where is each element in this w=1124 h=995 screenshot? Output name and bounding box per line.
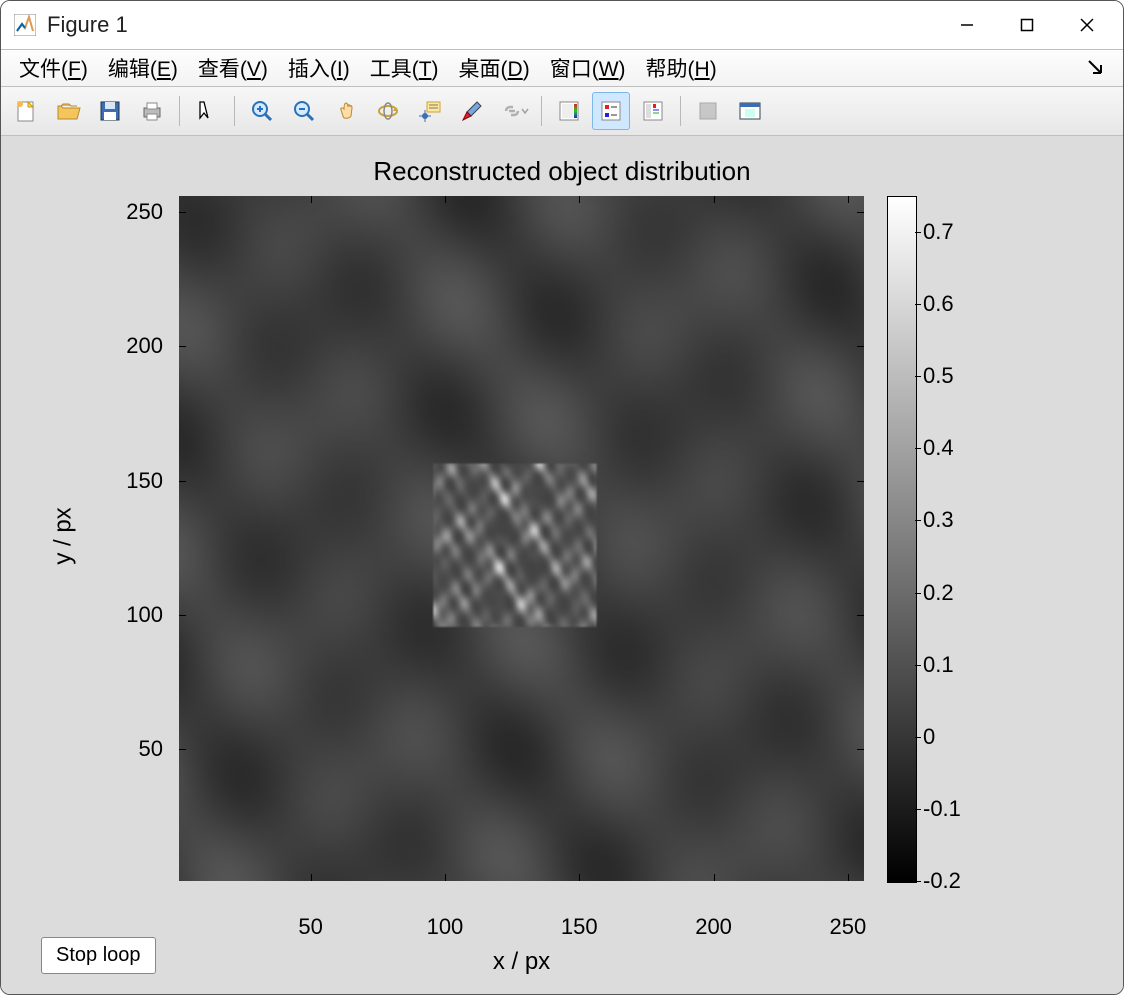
insert-colorbar-button[interactable] [550, 92, 588, 130]
edit-plot-button[interactable] [188, 92, 226, 130]
menu-tools[interactable]: 工具(T) [360, 49, 449, 87]
menu-view[interactable]: 查看(V) [188, 49, 278, 87]
show-tools-button[interactable] [731, 92, 769, 130]
colorbar-tick-label: 0.4 [923, 435, 954, 461]
y-tick-label: 250 [103, 199, 163, 225]
menu-insert[interactable]: 插入(I) [278, 49, 360, 87]
x-tick-label: 100 [415, 914, 475, 940]
insert-legend-button[interactable] [592, 92, 630, 130]
titlebar: Figure 1 [1, 1, 1123, 49]
dock-icon[interactable] [1087, 59, 1115, 77]
data-cursor-button[interactable] [411, 92, 449, 130]
colorbar-tick-label: 0.7 [923, 219, 954, 245]
y-tick-label: 150 [103, 468, 163, 494]
window-title: Figure 1 [47, 12, 128, 38]
x-tick-label: 50 [281, 914, 341, 940]
stop-loop-button[interactable]: Stop loop [41, 937, 156, 974]
rotate-3d-button[interactable] [369, 92, 407, 130]
figure-window: Figure 1 文件(F) 编辑(E) 查看(V) 插入(I) 工具(T) 桌… [0, 0, 1124, 995]
new-figure-button[interactable] [7, 92, 45, 130]
y-axis-label: y / px [50, 507, 78, 564]
y-tick-label: 200 [103, 333, 163, 359]
menu-window[interactable]: 窗口(W) [540, 49, 636, 87]
maximize-button[interactable] [997, 1, 1057, 49]
menubar: 文件(F) 编辑(E) 查看(V) 插入(I) 工具(T) 桌面(D) 窗口(W… [1, 49, 1123, 87]
y-tick-label: 50 [103, 736, 163, 762]
zoom-out-button[interactable] [285, 92, 323, 130]
axes-title: Reconstructed object distribution [1, 156, 1123, 187]
figure-axes-area: Reconstructed object distribution y / px… [1, 136, 1123, 994]
hide-plot-tools-button[interactable] [634, 92, 672, 130]
colorbar-tick-label: 0 [923, 724, 935, 750]
menu-desktop[interactable]: 桌面(D) [449, 49, 540, 87]
toolbar [1, 87, 1123, 136]
x-tick-label: 250 [818, 914, 878, 940]
colorbar-tick-label: -0.2 [923, 868, 961, 894]
open-file-button[interactable] [49, 92, 87, 130]
colorbar-tick-label: 0.3 [923, 507, 954, 533]
menu-help[interactable]: 帮助(H) [636, 49, 727, 87]
close-button[interactable] [1057, 1, 1117, 49]
colorbar[interactable] [887, 196, 917, 883]
zoom-in-button[interactable] [243, 92, 281, 130]
menu-file[interactable]: 文件(F) [9, 49, 98, 87]
colorbar-tick-label: 0.1 [923, 652, 954, 678]
menu-edit[interactable]: 编辑(E) [98, 49, 188, 87]
colorbar-tick-label: 0.6 [923, 291, 954, 317]
hide-tools-button[interactable] [689, 92, 727, 130]
minimize-button[interactable] [937, 1, 997, 49]
x-tick-label: 150 [549, 914, 609, 940]
x-tick-label: 200 [684, 914, 744, 940]
heatmap-image[interactable] [179, 196, 864, 881]
colorbar-tick-label: -0.1 [923, 796, 961, 822]
link-data-button[interactable] [495, 92, 533, 130]
y-tick-label: 100 [103, 602, 163, 628]
colorbar-tick-label: 0.2 [923, 580, 954, 606]
save-figure-button[interactable] [91, 92, 129, 130]
print-figure-button[interactable] [133, 92, 171, 130]
matlab-icon [13, 13, 37, 37]
brush-button[interactable] [453, 92, 491, 130]
pan-button[interactable] [327, 92, 365, 130]
colorbar-tick-label: 0.5 [923, 363, 954, 389]
x-axis-label: x / px [179, 948, 864, 976]
